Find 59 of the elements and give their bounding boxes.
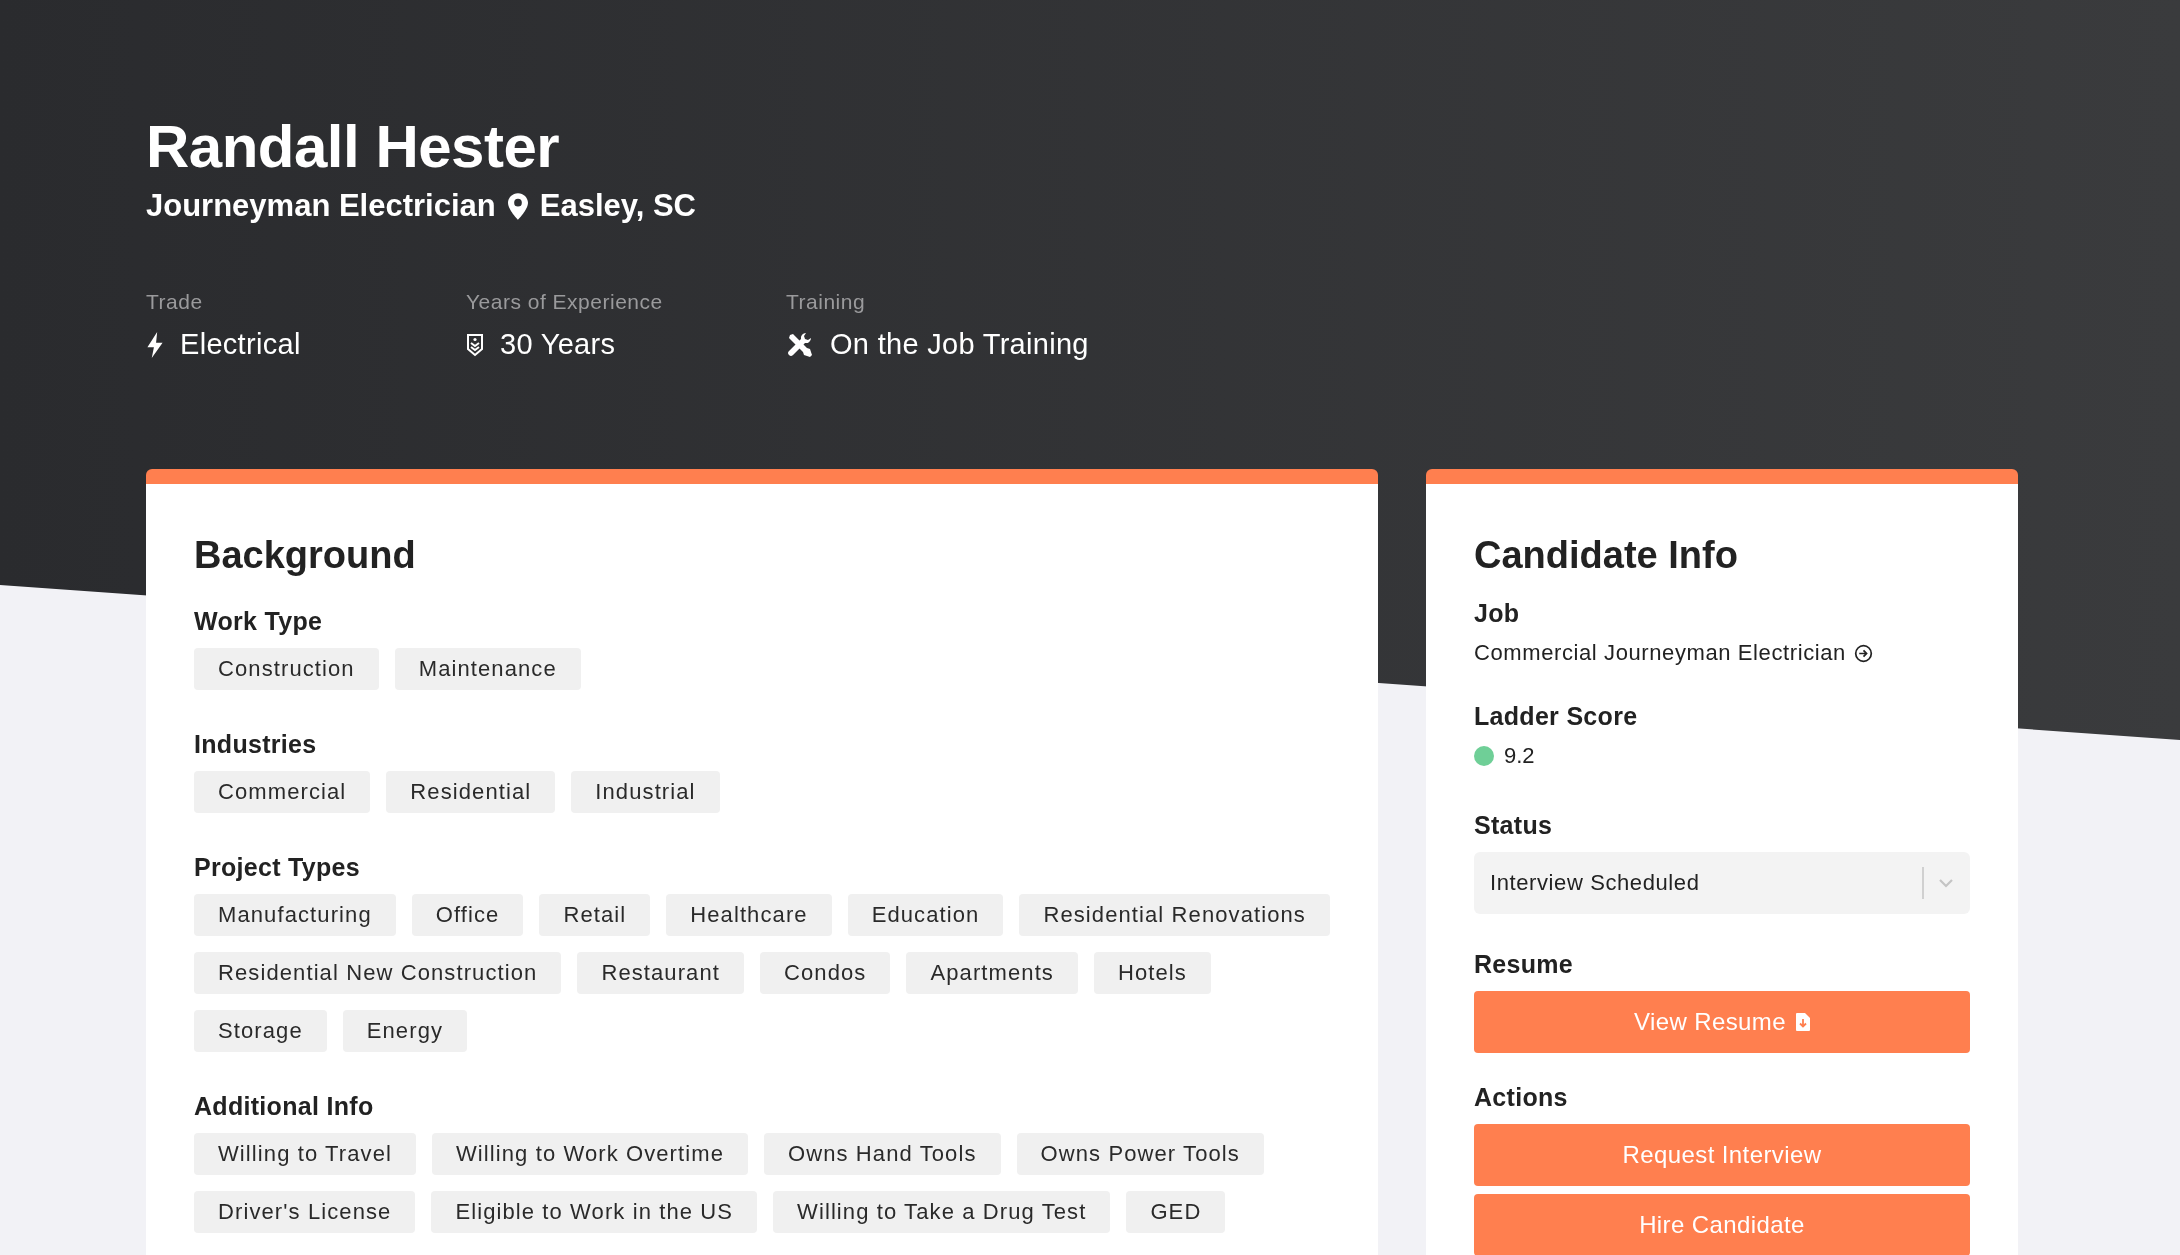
section-label: Work Type xyxy=(194,607,324,636)
tag: Storage xyxy=(194,1010,327,1052)
stat-value: 30 Years xyxy=(500,328,616,361)
location: Easley, SC xyxy=(539,187,696,225)
tag: Restaurant xyxy=(577,952,744,994)
tag: Manufacturing xyxy=(194,894,396,936)
tag: Education xyxy=(847,894,1004,936)
stat-value: On the Job Training xyxy=(830,328,1089,361)
field-label: Ladder Score xyxy=(1474,702,1639,731)
view-resume-button[interactable]: View Resume xyxy=(1474,991,1970,1053)
stat-label: Years of Experience xyxy=(466,290,664,314)
tag: Willing to Take a Drug Test xyxy=(773,1191,1111,1233)
map-pin-icon xyxy=(507,192,528,220)
section-label: Project Types xyxy=(194,853,361,882)
stat-label: Training xyxy=(786,290,867,314)
tag: Industrial xyxy=(571,771,720,813)
field-label: Status xyxy=(1474,811,1554,840)
tag: Healthcare xyxy=(666,894,832,936)
score-value: 9.2 xyxy=(1504,743,1535,769)
tag: Construction xyxy=(194,648,379,690)
tag: Willing to Work Overtime xyxy=(431,1133,748,1175)
tag: Owns Power Tools xyxy=(1016,1133,1264,1175)
job-title: Journeyman Electrician xyxy=(146,187,496,225)
status-dropdown[interactable]: Interview Scheduled xyxy=(1474,852,1970,914)
tag: Residential Renovations xyxy=(1019,894,1330,936)
candidate-name: Randall Hester xyxy=(146,112,561,182)
tag: Hotels xyxy=(1093,952,1211,994)
section-label: Additional Info xyxy=(194,1092,375,1121)
chevron-badge-icon xyxy=(466,332,484,357)
section-label: Industries xyxy=(194,730,318,759)
stat-value: Electrical xyxy=(180,328,301,361)
lightning-bolt-icon xyxy=(146,331,164,358)
job-link[interactable]: Commercial Journeyman Electrician xyxy=(1474,640,1846,666)
field-label: Job xyxy=(1474,599,1521,628)
tag: Eligible to Work in the US xyxy=(431,1191,758,1233)
tools-icon xyxy=(786,330,814,359)
tag: GED xyxy=(1126,1191,1226,1233)
card-title: Background xyxy=(194,534,417,577)
tag: Driver's License xyxy=(194,1191,416,1233)
tag: Maintenance xyxy=(394,648,581,690)
file-download-icon xyxy=(1796,1013,1810,1031)
tag: Energy xyxy=(342,1010,468,1052)
card-title: Candidate Info xyxy=(1474,534,1739,577)
tag: Residential xyxy=(386,771,556,813)
field-label: Resume xyxy=(1474,950,1575,979)
tag: Willing to Travel xyxy=(194,1133,416,1175)
tag: Commercial xyxy=(194,771,371,813)
tag: Retail xyxy=(539,894,651,936)
chevron-down-icon xyxy=(1938,878,1954,888)
tag: Condos xyxy=(760,952,891,994)
action-button[interactable]: Hire Candidate xyxy=(1474,1194,1970,1255)
tag: Office xyxy=(411,894,524,936)
tag: Owns Hand Tools xyxy=(764,1133,1001,1175)
field-label: Actions xyxy=(1474,1083,1569,1112)
action-button[interactable]: Request Interview xyxy=(1474,1124,1970,1186)
arrow-circle-icon[interactable] xyxy=(1853,643,1873,663)
tag: Residential New Construction xyxy=(194,952,562,994)
tag: Apartments xyxy=(906,952,1078,994)
stat-label: Trade xyxy=(146,290,204,314)
